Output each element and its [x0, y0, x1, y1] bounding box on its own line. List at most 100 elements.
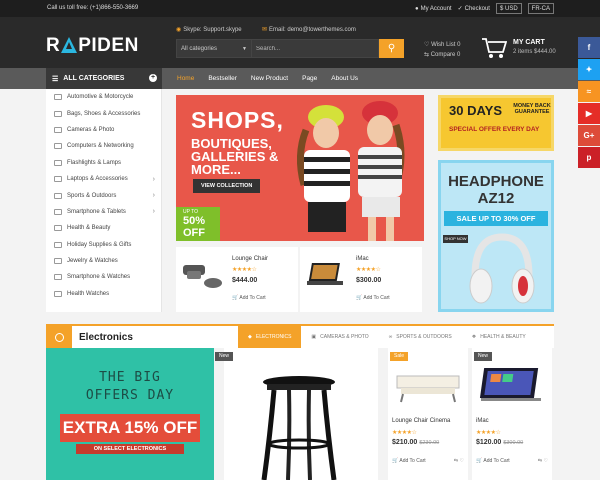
- plug-icon: ◆: [248, 334, 252, 340]
- tab-cameras-photo[interactable]: ▣ CAMERAS & PHOTO: [301, 326, 378, 348]
- rating-stars: ★★★★☆: [392, 430, 417, 436]
- sidebar-item-computers[interactable]: Computers & Networking: [46, 138, 161, 154]
- facebook-icon[interactable]: f: [578, 37, 600, 58]
- sidebar-item-flashlights[interactable]: Flashlights & Lamps: [46, 155, 161, 171]
- language-select[interactable]: FR-CA: [527, 3, 554, 14]
- hero-banner[interactable]: SHOPS, BOUTIQUES, GALLERIES & MORE... VI…: [176, 95, 424, 241]
- skype-contact: ◉ Skype: Support.skype: [176, 27, 242, 33]
- logo-triangle-icon: [61, 37, 78, 53]
- all-categories-toggle[interactable]: ☰ ALL CATEGORIES +: [46, 68, 162, 89]
- product-card[interactable]: Sale Lounge Chair Cinema ★★★★☆ $210.00 $2…: [388, 348, 468, 480]
- sidebar-item-health-beauty[interactable]: Health & Beauty: [46, 220, 161, 236]
- big-offers-banner[interactable]: THE BIG OFFERS DAY EXTRA 15% OFF ON SELE…: [46, 348, 214, 480]
- tab-electronics[interactable]: ◆ ELECTRONICS: [238, 326, 302, 348]
- heart-watch-icon: [54, 290, 62, 297]
- rating-stars: ★★★★☆: [476, 430, 501, 436]
- rating-stars: ★★★★☆: [356, 267, 381, 273]
- user-icon: ●: [414, 5, 419, 12]
- currency-select[interactable]: $ USD: [495, 3, 522, 14]
- laptop-icon: [54, 176, 62, 183]
- sidebar-item-smartphone-watches[interactable]: Smartphone & Watches: [46, 269, 161, 285]
- imac-image: [479, 368, 541, 401]
- search-bar: All categories▼ ⚲: [176, 39, 404, 58]
- compare-wishlist-icons[interactable]: ⇆ ♡: [538, 458, 548, 464]
- compare-wishlist-icons[interactable]: ⇆ ♡: [454, 458, 464, 464]
- lounge-chair-image: [183, 265, 222, 288]
- compare-link[interactable]: ⇆ Compare 0: [424, 50, 460, 60]
- top-bar: Call us toll free: (+1)866-550-3669 ● My …: [0, 0, 600, 17]
- beauty-icon: [54, 225, 62, 232]
- google-plus-icon[interactable]: G+: [578, 125, 600, 146]
- add-to-cart-link[interactable]: 🛒 Add To Cart: [356, 295, 390, 301]
- rss-icon[interactable]: ≈: [578, 81, 600, 102]
- checkout-link[interactable]: ✓ Checkout: [457, 5, 490, 13]
- nav-page[interactable]: Page: [295, 68, 324, 89]
- section-title: Electronics: [79, 332, 133, 343]
- nav-about-us[interactable]: About Us: [324, 68, 365, 89]
- models-image: [297, 101, 405, 241]
- social-bar: f ✦ ≈ ▶ G+ p: [578, 37, 600, 169]
- extra-off-ribbon: EXTRA 15% OFF: [60, 414, 200, 442]
- menu-icon: ☰: [52, 75, 59, 83]
- add-to-cart-link[interactable]: 🛒 Add To Cart: [392, 458, 426, 464]
- nav-home[interactable]: Home: [170, 68, 201, 89]
- camera-icon: [54, 126, 62, 133]
- add-to-cart-link[interactable]: 🛒 Add To Cart: [232, 295, 266, 301]
- search-button[interactable]: ⚲: [379, 39, 404, 58]
- camera-icon: ▣: [311, 334, 317, 340]
- mini-product-card[interactable]: Lounge Chair ★★★★☆ $444.00 🛒 Add To Cart: [176, 247, 298, 312]
- mini-product-card[interactable]: iMac ★★★★☆ $300.00 🛒 Add To Cart: [300, 247, 422, 312]
- logo[interactable]: R PIDEN: [46, 35, 139, 57]
- sidebar-item-sports[interactable]: Sports & Outdoors ›: [46, 187, 161, 203]
- twitter-icon[interactable]: ✦: [578, 59, 600, 80]
- wishlist-link[interactable]: ♡ Wish List 0: [424, 40, 460, 50]
- compare-icon: ⇆: [424, 52, 430, 58]
- check-icon: ✓: [457, 6, 463, 12]
- heart-icon: ♡: [424, 42, 430, 48]
- phone-icon: [54, 208, 62, 215]
- heart-icon: ♡: [543, 458, 548, 464]
- headphone-image: [469, 233, 535, 304]
- pinterest-icon[interactable]: p: [578, 147, 600, 168]
- lounge-chair-cinema-image: [396, 375, 460, 403]
- sidebar-item-holiday[interactable]: Holiday Supplies & Gifts: [46, 237, 161, 253]
- nav-bestseller[interactable]: Bestseller: [201, 68, 244, 89]
- laptop-image: [307, 263, 343, 285]
- bike-icon: [54, 192, 62, 199]
- tab-sports-outdoors[interactable]: ∞ SPORTS & OUTDOORS: [379, 326, 462, 348]
- wishlist-compare: ♡ Wish List 0 ⇆ Compare 0: [424, 40, 460, 60]
- nav-new-product[interactable]: New Product: [244, 68, 295, 89]
- tab-health-beauty[interactable]: ❖ HEALTH & BEAUTY: [462, 326, 536, 348]
- compare-icon: ⇆: [453, 458, 459, 464]
- shop-now-button[interactable]: SHOP NOW: [443, 235, 468, 243]
- sale-tag: Sale: [390, 352, 409, 361]
- sidebar-item-cameras[interactable]: Cameras & Photo: [46, 122, 161, 138]
- sidebar-item-automotive[interactable]: Automotive & Motorcycle: [46, 89, 161, 105]
- search-input[interactable]: [252, 39, 379, 58]
- sidebar-item-jewelry[interactable]: Jewelry & Watches: [46, 253, 161, 269]
- sidebar-item-smartphone-tablets[interactable]: Smartphone & Tablets ›: [46, 204, 161, 220]
- chevron-down-icon: ▼: [242, 46, 247, 52]
- rating-stars: ★★★★☆: [232, 267, 257, 273]
- toll-free-text: Call us toll free: (+1)866-550-3669: [47, 5, 139, 11]
- sidebar-item-health-watches[interactable]: Health Watches: [46, 286, 161, 302]
- sidebar-item-laptops[interactable]: Laptops & Accessories ›: [46, 171, 161, 187]
- sidebar-item-bags[interactable]: Bags, Shoes & Accessories: [46, 105, 161, 121]
- product-card[interactable]: New iMac ★★★★☆ $120.00 $300.00 🛒 Add To C…: [472, 348, 552, 480]
- view-collection-button[interactable]: VIEW COLLECTION: [193, 179, 261, 193]
- my-account-link[interactable]: ● My Account: [415, 6, 452, 12]
- sale-ribbon: SALE UP TO 30% OFF: [444, 211, 548, 226]
- youtube-icon[interactable]: ▶: [578, 103, 600, 124]
- headphone-banner[interactable]: HEADPHONE AZ12 SALE UP TO 30% OFF SHOP N…: [438, 160, 554, 312]
- beauty-icon: ❖: [471, 334, 477, 340]
- money-back-banner[interactable]: 30 DAYS MONEY BACK GUARANTEE SPECIAL OFF…: [438, 95, 554, 151]
- gift-icon: [54, 241, 62, 248]
- add-to-cart-link[interactable]: 🛒 Add To Cart: [476, 458, 510, 464]
- product-card[interactable]: New: [215, 348, 378, 480]
- category-sidebar: Automotive & Motorcycle Bags, Shoes & Ac…: [46, 89, 162, 312]
- stool-image: [261, 376, 337, 480]
- cart-icon: 🛒: [392, 458, 399, 464]
- bike-icon: ∞: [388, 334, 393, 340]
- computer-icon: [54, 143, 62, 150]
- search-category-select[interactable]: All categories ▼: [176, 39, 252, 58]
